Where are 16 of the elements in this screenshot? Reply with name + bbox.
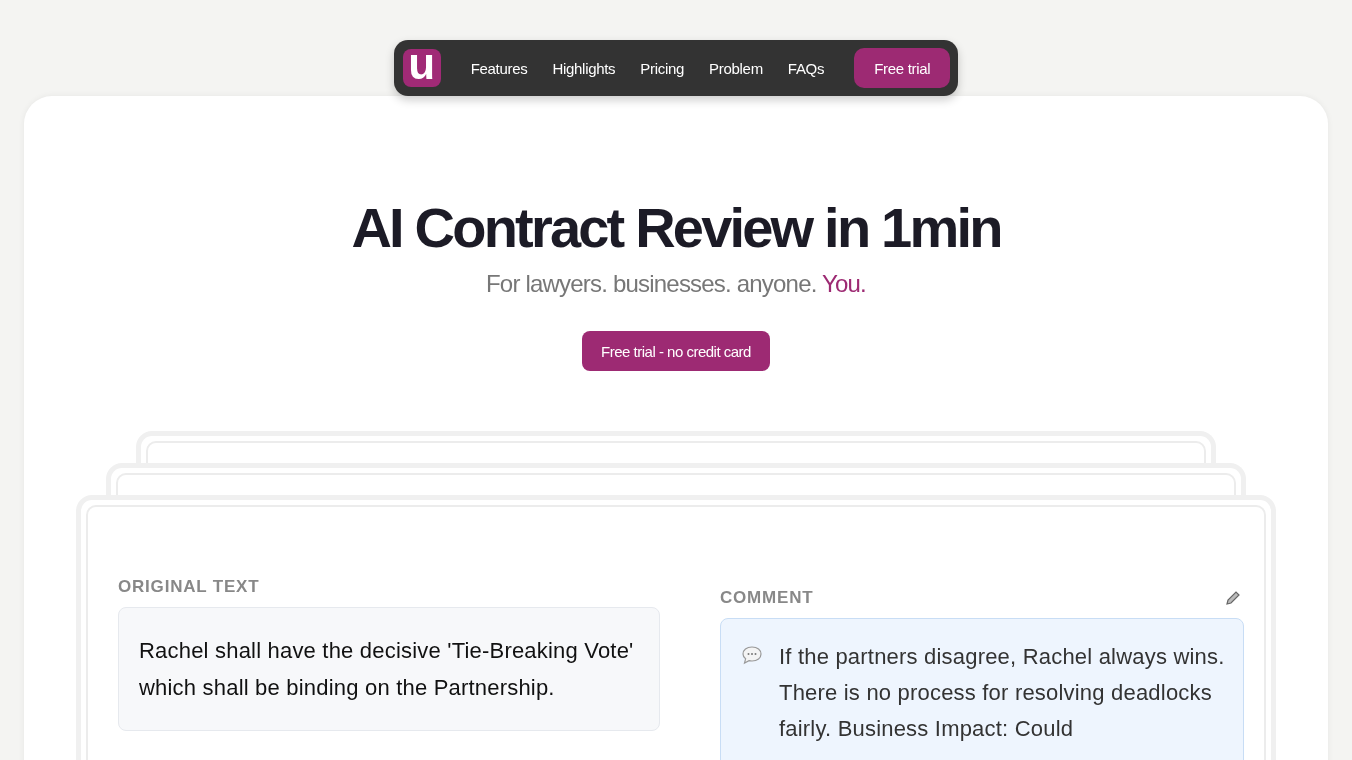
nav-link[interactable]: Problem [709, 59, 763, 77]
original-text: Rachel shall have the decisive 'Tie-Breaking Vote' which shall be binding on the Partnership. [118, 607, 660, 731]
logo[interactable]: u [402, 49, 441, 87]
nav-link[interactable]: FAQs [787, 59, 825, 77]
free-trial-button[interactable]: Free trial [854, 48, 951, 88]
hero-subtitle: For lawyers. businesses. anyone. You. [486, 270, 866, 298]
hero-title: AI Contract Review in 1min [351, 196, 1001, 260]
nav-link[interactable]: Pricing [640, 59, 685, 77]
nav-link[interactable]: Highlights [552, 59, 616, 77]
pencil-icon[interactable] [1224, 589, 1242, 607]
comment-text: If the partners disagree, Rachel always wins. There is no process for resolving deadlocks fairly. Business Impact: Could [779, 643, 1226, 743]
nav-link[interactable]: Features [470, 59, 528, 77]
free-trial-button[interactable]: Free trial - no credit card [582, 331, 770, 371]
original-text-label: ORIGINAL TEXT [118, 577, 261, 597]
speech-bubble-icon [741, 645, 763, 665]
comment-label: COMMENT [720, 588, 814, 608]
